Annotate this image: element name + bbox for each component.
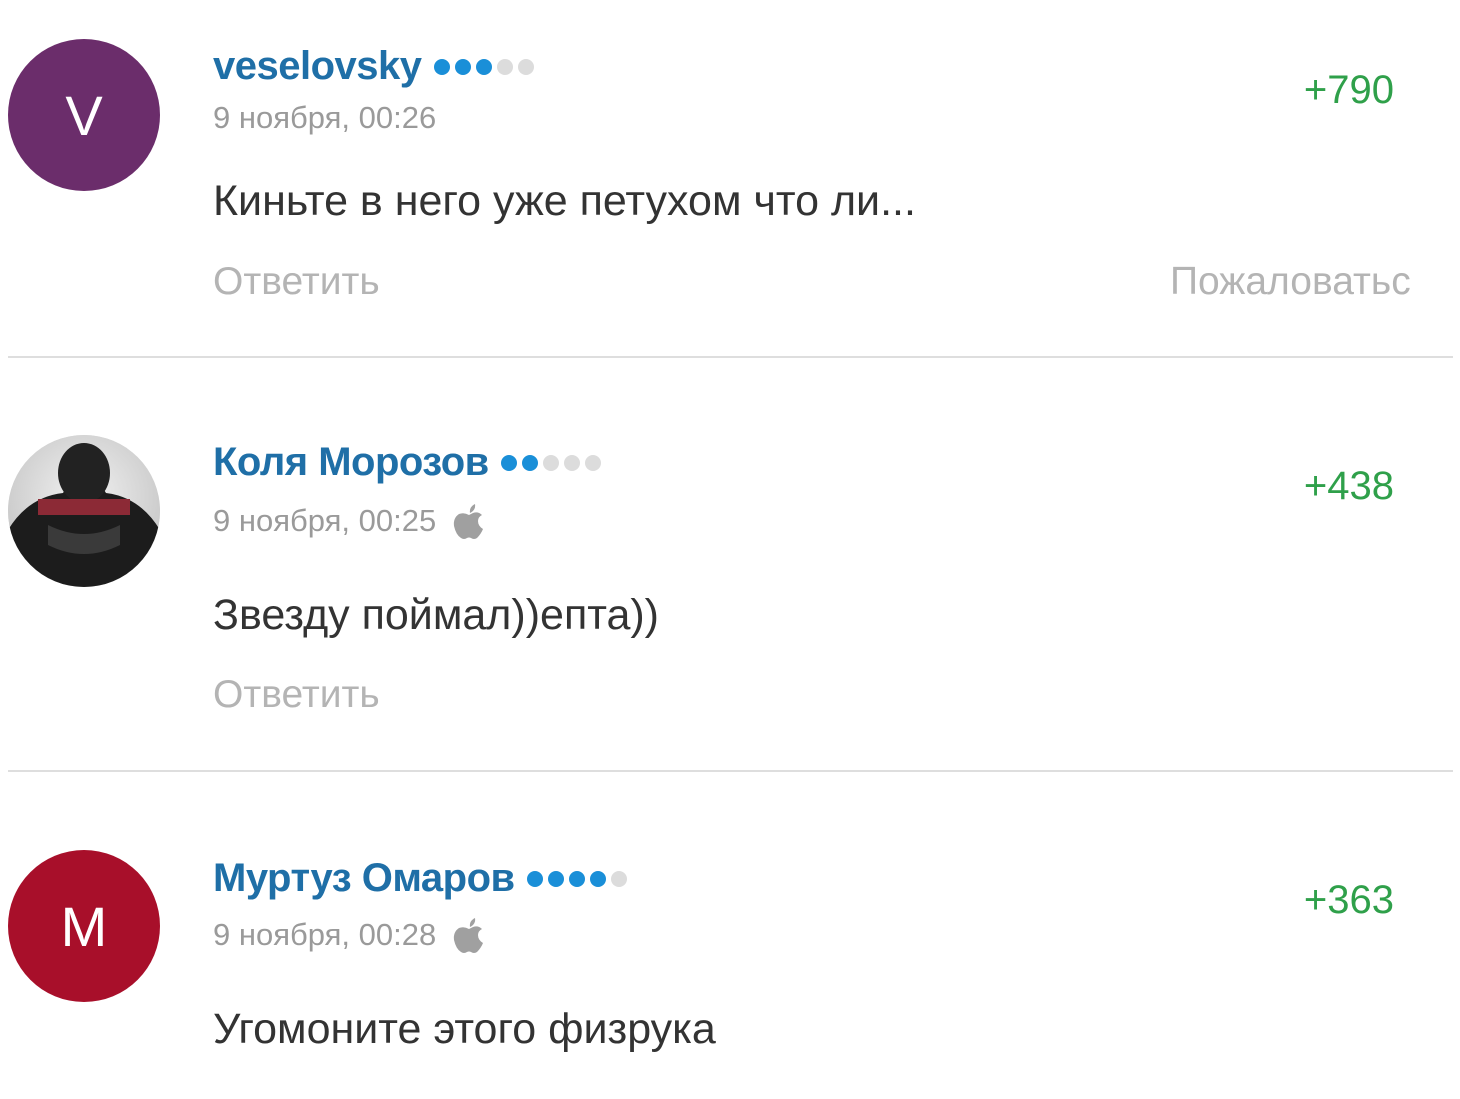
rating-dot bbox=[547, 870, 564, 887]
comment-text: Звезду поймал))епта)) bbox=[213, 591, 659, 639]
comment-score: +790 bbox=[1303, 68, 1394, 112]
rating-dot bbox=[475, 58, 492, 75]
rating-dot bbox=[521, 454, 538, 471]
rating-dot bbox=[500, 454, 517, 471]
avatar-letter: M bbox=[60, 894, 108, 958]
comment-author[interactable]: Коля Морозов bbox=[213, 440, 489, 485]
rating-dot bbox=[433, 58, 450, 75]
comment-author[interactable]: Муртуз Омаров bbox=[213, 856, 515, 901]
avatar[interactable] bbox=[8, 435, 160, 587]
comment-text: Киньте в него уже петухом что ли... bbox=[213, 177, 916, 225]
comment-score: +438 bbox=[1303, 464, 1394, 508]
user-rating bbox=[500, 454, 601, 471]
rating-dot bbox=[568, 870, 585, 887]
divider bbox=[8, 770, 1453, 772]
divider bbox=[8, 356, 1453, 358]
comment-time: 9 ноября, 00:25 bbox=[213, 503, 437, 538]
apple-icon bbox=[454, 918, 484, 953]
reply-button[interactable]: Ответить bbox=[213, 260, 380, 304]
apple-icon bbox=[454, 504, 484, 539]
rating-dot bbox=[496, 58, 513, 75]
comment-text: Угомоните этого физрука bbox=[213, 1005, 716, 1053]
comment-score: +363 bbox=[1303, 878, 1394, 922]
rating-dot bbox=[589, 870, 606, 887]
user-rating bbox=[526, 870, 627, 887]
rating-dot bbox=[517, 58, 534, 75]
rating-dot bbox=[563, 454, 580, 471]
rating-dot bbox=[526, 870, 543, 887]
rating-dot bbox=[610, 870, 627, 887]
comment-time: 9 ноября, 00:26 bbox=[213, 100, 437, 135]
reply-button[interactable]: Ответить bbox=[213, 673, 380, 717]
rating-dot bbox=[584, 454, 601, 471]
avatar[interactable]: M bbox=[8, 850, 160, 1002]
comment-time: 9 ноября, 00:28 bbox=[213, 917, 437, 952]
comment-author[interactable]: veselovsky bbox=[213, 44, 422, 89]
avatar[interactable]: V bbox=[8, 39, 160, 191]
rating-dot bbox=[454, 58, 471, 75]
avatar-photo bbox=[8, 435, 160, 587]
user-rating bbox=[433, 58, 534, 75]
report-button[interactable]: Пожаловатьс bbox=[1170, 260, 1411, 304]
rating-dot bbox=[542, 454, 559, 471]
avatar-letter: V bbox=[65, 83, 103, 147]
